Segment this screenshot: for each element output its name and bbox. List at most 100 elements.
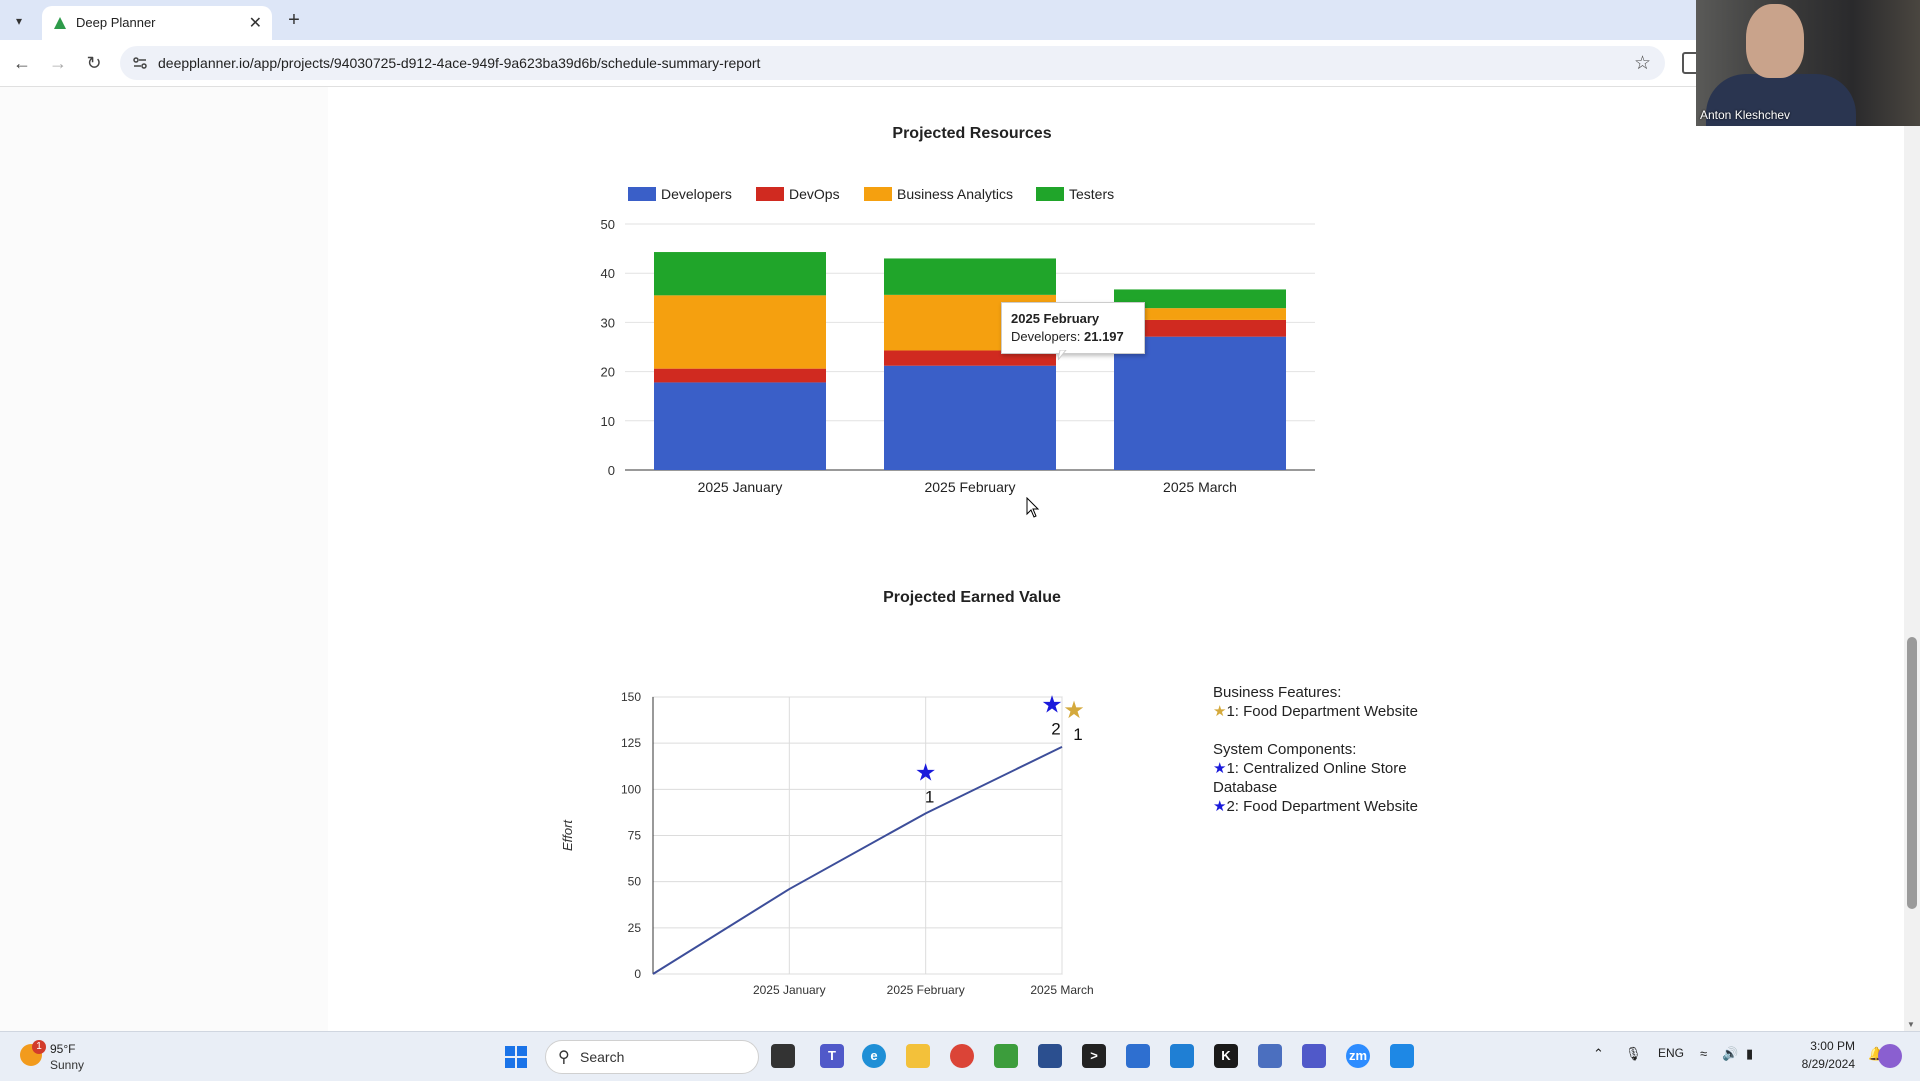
business-feature-item-label: 1: Food Department Website — [1226, 703, 1418, 720]
tooltip-value: 21.197 — [1084, 329, 1124, 344]
vscode-icon[interactable] — [1170, 1044, 1194, 1068]
y-tick-label: 100 — [621, 782, 641, 796]
business-features-heading: Business Features: — [1213, 684, 1342, 701]
terminal-icon[interactable]: > — [1082, 1044, 1106, 1068]
search-label: Search — [580, 1049, 625, 1065]
y-tick-label: 25 — [628, 921, 642, 935]
teams-icon[interactable]: T — [820, 1044, 844, 1068]
earned-value-legend: Business Features: ★1: Food Department W… — [1213, 683, 1473, 816]
tooltip-body: Developers: 21.197 — [1011, 329, 1124, 344]
system-component-item: ★1: Centralized Online Store Database — [1213, 759, 1423, 797]
star-icon: ★ — [1213, 760, 1227, 777]
tab-search-dropdown-icon[interactable]: ▾ — [8, 10, 30, 32]
volume-icon[interactable]: 🔊 — [1722, 1046, 1738, 1062]
marker-star-icon: ★ — [915, 760, 937, 787]
windows-taskbar: 1 95°F Sunny ⚲ Search T e > K zm ⌃ 🎙 ENG… — [0, 1031, 1920, 1081]
y-tick-label: 20 — [601, 365, 615, 380]
legend-swatch-2 — [864, 187, 892, 201]
chart-tooltip: 2025 February Developers: 21.197 — [1001, 302, 1145, 354]
tooltip-title: 2025 February — [1011, 311, 1100, 326]
x-tick-label: 2025 January — [698, 479, 783, 495]
battery-icon[interactable]: ▮ — [1746, 1046, 1753, 1062]
tooltip-label: Developers: — [1011, 329, 1081, 344]
earned-value-chart: 0 25 50 75 100 125 150 2025 January 2025 Februar… — [560, 690, 1094, 997]
bookmark-star-icon[interactable]: ☆ — [1634, 52, 1651, 75]
resources-chart-title: Projected Resources — [892, 125, 1052, 142]
deep-planner-favicon-icon — [54, 17, 66, 29]
tray-overflow-icon[interactable]: ⌃ — [1593, 1046, 1604, 1062]
bar-segment-testers — [884, 258, 1056, 295]
tab-title: Deep Planner — [76, 15, 156, 30]
microphone-icon[interactable]: 🎙 — [1625, 1046, 1642, 1062]
teams-chat-icon[interactable] — [1302, 1044, 1326, 1068]
reload-icon[interactable]: ↻ — [82, 51, 106, 75]
legend-swatch-3 — [1036, 187, 1064, 201]
marker-star-icon: ★ — [1063, 697, 1085, 724]
legend-label-2: Business Analytics — [897, 186, 1013, 202]
bar-segment-business-analytics — [654, 295, 826, 369]
x-tick-label: 2025 February — [924, 479, 1015, 495]
legend-label-0: Developers — [661, 186, 732, 202]
mouse-cursor-icon — [1026, 497, 1040, 518]
site-info-icon[interactable] — [132, 55, 148, 71]
file-explorer-icon[interactable] — [906, 1044, 930, 1068]
system-component-item-label: 1: Centralized Online Store Database — [1213, 760, 1407, 796]
y-tick-label: 0 — [634, 967, 641, 981]
snipping-tool-icon[interactable] — [1038, 1044, 1062, 1068]
browser-tab[interactable]: Deep Planner ✕ — [42, 6, 272, 40]
taskbar-search[interactable]: ⚲ Search — [545, 1040, 759, 1074]
business-feature-item: ★1: Food Department Website — [1213, 702, 1423, 721]
new-tab-button[interactable]: + — [282, 8, 306, 32]
notepad-icon[interactable] — [994, 1044, 1018, 1068]
clock-time[interactable]: 3:00 PM — [1785, 1039, 1855, 1053]
task-view-icon[interactable] — [771, 1044, 795, 1068]
chrome-icon[interactable] — [950, 1044, 974, 1068]
y-tick-label: 75 — [628, 829, 642, 843]
back-icon[interactable]: ← — [10, 51, 34, 75]
page-scrollbar[interactable]: ▲ ▼ — [1904, 87, 1920, 1031]
forward-icon[interactable]: → — [46, 51, 70, 75]
scrollbar-thumb[interactable] — [1907, 637, 1917, 909]
zoom-icon[interactable]: zm — [1346, 1044, 1370, 1068]
y-tick-label: 50 — [601, 217, 615, 232]
weather-temperature[interactable]: 95°F — [50, 1042, 75, 1056]
y-tick-label: 150 — [621, 690, 641, 704]
y-tick-label: 40 — [601, 266, 615, 281]
windows-start-icon[interactable] — [505, 1046, 527, 1068]
resources-chart: Developers DevOps Business Analytics Tester… — [601, 186, 1315, 495]
weather-condition[interactable]: Sunny — [50, 1058, 84, 1072]
language-indicator[interactable]: ENG — [1658, 1046, 1684, 1060]
wifi-icon[interactable]: ≈ — [1700, 1046, 1707, 1061]
whiteboard-icon[interactable] — [1390, 1044, 1414, 1068]
weather-badge: 1 — [32, 1040, 46, 1054]
legend-label-3: Testers — [1069, 186, 1114, 202]
browser-toolbar: ← → ↻ deepplanner.io/app/projects/940307… — [0, 40, 1920, 87]
bar-segment-developers — [1114, 336, 1286, 470]
marker-label: 1 — [1073, 725, 1082, 744]
search-icon: ⚲ — [558, 1049, 570, 1066]
bar-segment-devops — [654, 368, 826, 383]
close-tab-icon[interactable]: ✕ — [249, 13, 262, 33]
webcam-participant-name: Anton Kleshchev — [1700, 108, 1791, 122]
system-components-list: ★1: Centralized Online Store Database ★2:… — [1213, 759, 1473, 816]
x-tick-label: 2025 February — [887, 983, 965, 997]
y-tick-label: 10 — [601, 414, 615, 429]
marker-label: 2 — [1051, 719, 1060, 738]
address-bar[interactable]: deepplanner.io/app/projects/94030725-d91… — [120, 46, 1665, 80]
star-icon: ★ — [1213, 798, 1227, 815]
legend-label-1: DevOps — [789, 186, 840, 202]
performance-monitor-icon[interactable] — [1258, 1044, 1282, 1068]
tooltip-pointer — [1058, 350, 1067, 361]
x-tick-label: 2025 March — [1030, 983, 1093, 997]
edge-icon[interactable]: e — [862, 1044, 886, 1068]
bar-segment-developers — [654, 382, 826, 470]
page-side-margin — [0, 87, 328, 1031]
y-tick-label: 50 — [628, 875, 642, 889]
scroll-down-icon[interactable]: ▼ — [1907, 1020, 1915, 1029]
copilot-icon[interactable] — [1878, 1044, 1902, 1068]
business-features-list: ★1: Food Department Website — [1213, 702, 1473, 721]
clock-date[interactable]: 8/29/2024 — [1775, 1057, 1855, 1071]
calculator-icon[interactable] — [1126, 1044, 1150, 1068]
system-components-heading: System Components: — [1213, 741, 1357, 758]
dev-tool-icon[interactable]: K — [1214, 1044, 1238, 1068]
